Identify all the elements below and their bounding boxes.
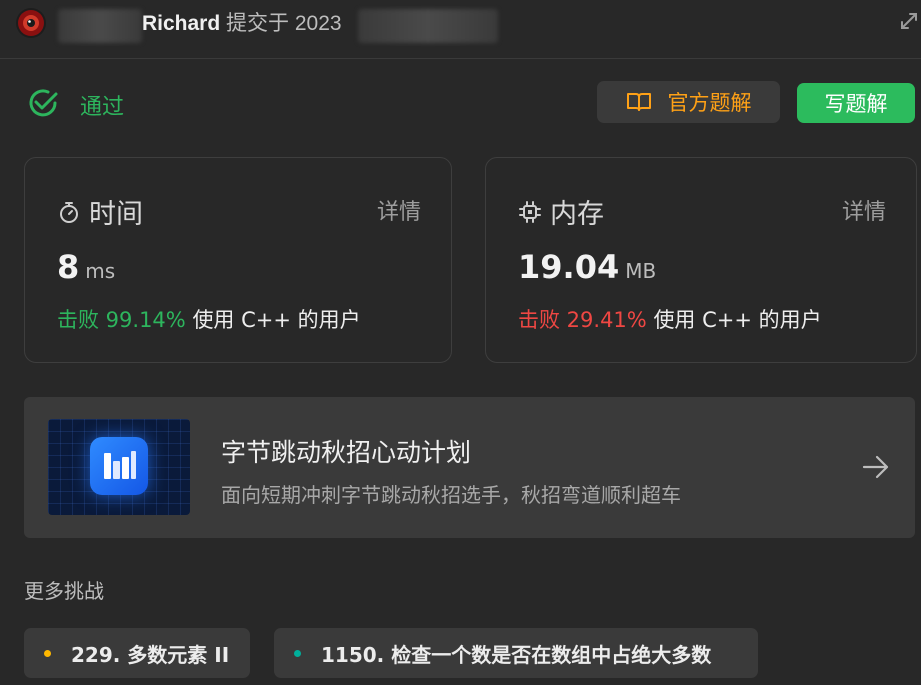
blurred-date: [358, 9, 498, 43]
submitter-name[interactable]: Richard: [142, 12, 220, 35]
time-beat-suffix: 使用 C++ 的用户: [192, 308, 361, 332]
submitted-label: 提交于 2023: [226, 12, 342, 35]
difficulty-dot-easy: [294, 649, 301, 657]
blurred-username-prefix: [58, 9, 142, 43]
memory-card: 内存 详情 19.04 MB 击败 29.41% 使用 C++ 的用户: [485, 157, 917, 363]
promo-subtitle: 面向短期冲刺字节跳动秋招选手，秋招弯道顺利超车: [221, 483, 681, 507]
time-value-number: 8: [57, 248, 80, 286]
status-label: 通过: [80, 95, 125, 120]
memory-detail-link[interactable]: 详情: [842, 194, 886, 226]
time-title-label: 时间: [89, 199, 143, 230]
challenge-item[interactable]: 1150. 检查一个数是否在数组中占绝大多数: [274, 628, 758, 678]
header-divider: [0, 58, 921, 59]
promo-title: 字节跳动秋招心动计划: [221, 438, 472, 467]
chip-icon: [519, 200, 541, 223]
time-beat-percent: 击败 99.14%: [57, 308, 186, 332]
memory-title-label: 内存: [550, 199, 604, 230]
avatar[interactable]: [16, 8, 46, 38]
expand-icon[interactable]: [900, 12, 918, 30]
more-challenges-title: 更多挑战: [24, 579, 104, 603]
time-beat: 击败 99.14% 使用 C++ 的用户: [57, 304, 361, 334]
time-unit: ms: [85, 259, 116, 283]
difficulty-dot-medium: [44, 649, 51, 657]
challenge-label: 1150. 检查一个数是否在数组中占绝大多数: [321, 642, 712, 667]
stopwatch-icon: [60, 201, 78, 223]
challenge-item[interactable]: 229. 多数元素 II: [24, 628, 250, 678]
memory-beat-percent: 击败 29.41%: [518, 308, 647, 332]
official-solution-label: 官方题解: [667, 91, 752, 115]
write-solution-button[interactable]: 写题解: [797, 83, 915, 123]
time-detail-link[interactable]: 详情: [377, 194, 421, 226]
promo-logo-icon: [90, 437, 148, 495]
memory-unit: MB: [625, 259, 657, 283]
arrow-right-icon[interactable]: [862, 454, 890, 480]
memory-value: 19.04 MB: [518, 248, 656, 286]
time-card: 时间 详情 8 ms 击败 99.14% 使用 C++ 的用户: [24, 157, 452, 363]
check-circle-icon: [29, 89, 58, 117]
memory-beat-suffix: 使用 C++ 的用户: [653, 308, 822, 332]
submission-info: Richard 提交于 2023: [142, 10, 342, 38]
official-solution-button[interactable]: 官方题解: [597, 81, 780, 123]
promo-banner[interactable]: 字节跳动秋招心动计划 面向短期冲刺字节跳动秋招选手，秋招弯道顺利超车: [24, 397, 915, 538]
bytedance-logo-icon: [104, 451, 136, 479]
time-title: 时间: [57, 192, 143, 231]
book-open-icon: [626, 93, 651, 111]
promo-image: [48, 419, 190, 515]
memory-title: 内存: [518, 192, 604, 231]
avatar-image: [18, 10, 44, 36]
challenge-label: 229. 多数元素 II: [71, 642, 230, 667]
memory-value-number: 19.04: [518, 248, 620, 286]
memory-beat: 击败 29.41% 使用 C++ 的用户: [518, 304, 822, 334]
time-value: 8 ms: [57, 248, 115, 286]
